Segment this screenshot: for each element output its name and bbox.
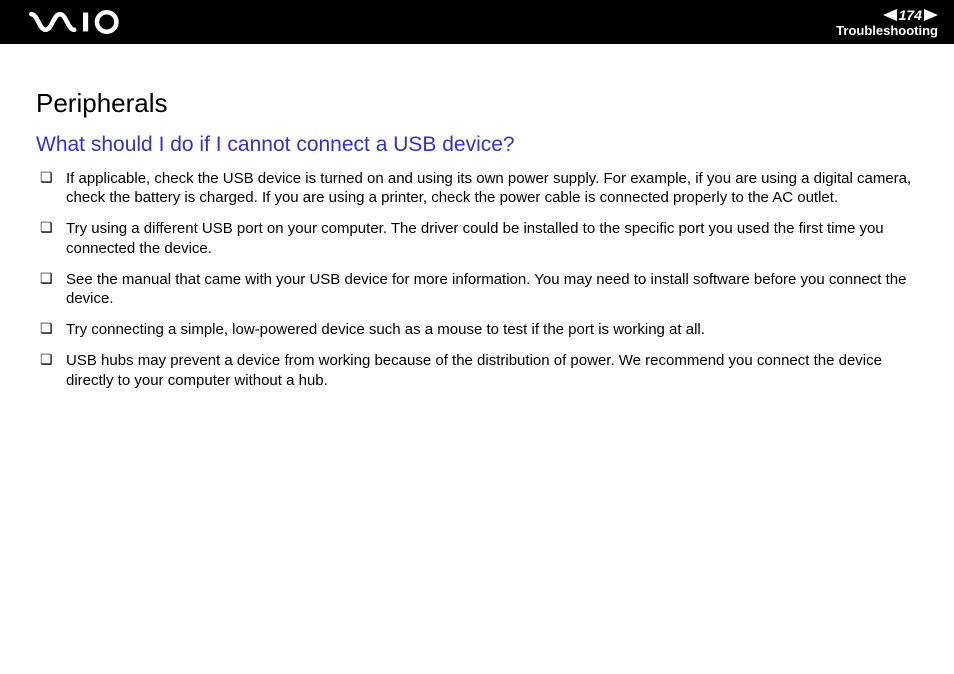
list-item: USB hubs may prevent a device from worki…	[40, 351, 918, 389]
checklist: If applicable, check the USB device is t…	[36, 169, 918, 390]
prev-page-arrow-icon[interactable]	[883, 9, 897, 21]
list-item: If applicable, check the USB device is t…	[40, 169, 918, 207]
question-heading: What should I do if I cannot connect a U…	[36, 133, 918, 157]
list-item: Try connecting a simple, low-powered dev…	[40, 320, 918, 339]
page-title: Peripherals	[36, 88, 918, 119]
header-right: 174 Troubleshooting	[836, 0, 938, 44]
page-navigator: 174	[883, 8, 938, 22]
vaio-logo	[22, 6, 142, 38]
header-bar: 174 Troubleshooting	[0, 0, 954, 44]
list-item: See the manual that came with your USB d…	[40, 270, 918, 308]
list-item: Try using a different USB port on your c…	[40, 219, 918, 257]
section-label: Troubleshooting	[836, 24, 938, 37]
page-content: Peripherals What should I do if I cannot…	[0, 44, 954, 390]
next-page-arrow-icon[interactable]	[924, 9, 938, 21]
page-number: 174	[899, 8, 922, 22]
